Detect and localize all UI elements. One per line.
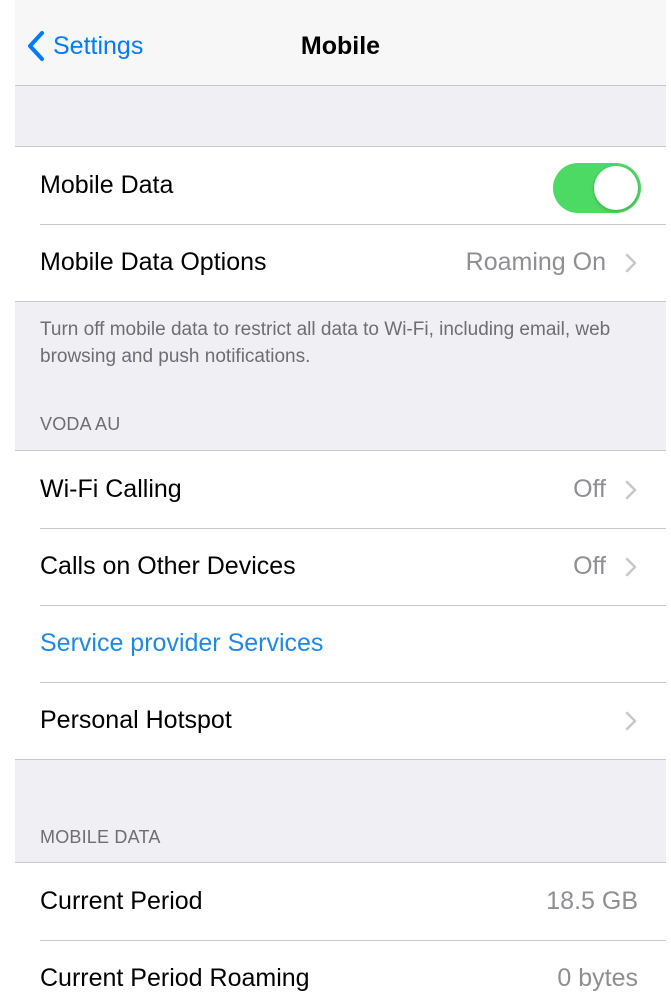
chevron-right-icon: [625, 253, 637, 272]
chevron-right-icon: [625, 711, 637, 730]
service-provider-services-link[interactable]: Service provider Services: [40, 629, 638, 658]
mobile-data-label: Mobile Data: [40, 171, 174, 199]
settings-screen: Settings Mobile Mobile Data Mobile Data …: [15, 0, 666, 1006]
carrier-group: Wi-Fi Calling Off Calls on Other Devices…: [15, 450, 666, 760]
toggle-knob: [594, 166, 638, 210]
calls-on-other-devices-label: Calls on Other Devices: [40, 552, 296, 580]
current-period-roaming-label: Current Period Roaming: [40, 964, 310, 992]
current-period-row: Current Period 18.5 GB: [15, 863, 666, 940]
mobile-data-toggle[interactable]: [553, 163, 641, 213]
page-title: Mobile: [300, 32, 381, 60]
current-period-value: 18.5 GB: [546, 887, 638, 915]
navigation-bar: Settings Mobile: [15, 0, 666, 86]
wifi-calling-value: Off: [573, 475, 606, 503]
usage-section-header: MOBILE DATA: [40, 827, 161, 847]
current-period-roaming-value: 0 bytes: [557, 964, 638, 992]
current-period-label: Current Period: [40, 887, 203, 915]
calls-on-other-devices-row[interactable]: Calls on Other Devices Off: [15, 528, 666, 605]
current-period-roaming-row: Current Period Roaming 0 bytes: [15, 940, 666, 1006]
wifi-calling-row[interactable]: Wi-Fi Calling Off: [15, 451, 666, 528]
usage-group: Current Period 18.5 GB Current Period Ro…: [15, 862, 666, 1006]
wifi-calling-label: Wi-Fi Calling: [40, 475, 182, 503]
mobile-data-group: Mobile Data Mobile Data Options Roaming …: [15, 146, 666, 302]
mobile-data-row: Mobile Data: [15, 147, 666, 224]
service-provider-services-row[interactable]: Service provider Services: [15, 605, 666, 682]
personal-hotspot-row[interactable]: Personal Hotspot: [15, 682, 666, 759]
mobile-data-options-value: Roaming On: [465, 248, 606, 276]
carrier-section-header: VODA AU: [40, 414, 121, 434]
chevron-right-icon: [625, 557, 637, 576]
mobile-data-footer-note: Turn off mobile data to restrict all dat…: [40, 319, 611, 367]
chevron-right-icon: [625, 480, 637, 499]
mobile-data-options-row[interactable]: Mobile Data Options Roaming On: [15, 224, 666, 301]
mobile-data-options-label: Mobile Data Options: [40, 248, 267, 276]
personal-hotspot-label: Personal Hotspot: [40, 706, 232, 734]
calls-on-other-devices-value: Off: [573, 552, 606, 580]
